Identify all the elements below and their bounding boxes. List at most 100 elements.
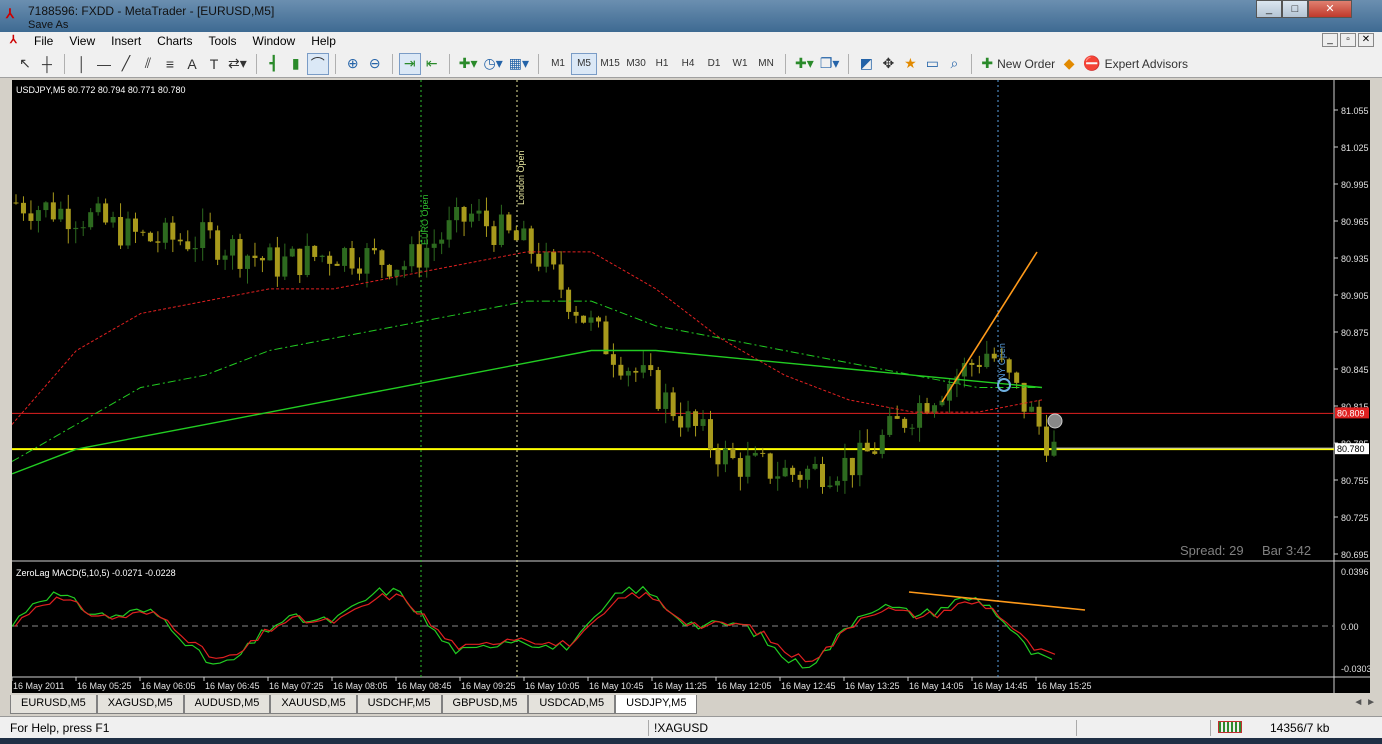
- candle-body: [222, 255, 228, 260]
- time-tick-label: 16 May 10:05: [525, 681, 580, 691]
- tab-usdjpy[interactable]: USDJPY,M5: [615, 695, 698, 714]
- timeframe-h1[interactable]: H1: [649, 53, 675, 75]
- bar-chart-icon[interactable]: ┫: [263, 53, 285, 75]
- menu-window[interactable]: Window: [245, 34, 304, 48]
- tab-gbpusd[interactable]: GBPUSD,M5: [441, 695, 529, 714]
- mdi-restore-button[interactable]: ▫: [1340, 33, 1356, 47]
- time-tick-label: 16 May 09:25: [461, 681, 516, 691]
- equidistant-channel-icon[interactable]: ⫽: [137, 53, 159, 75]
- tab-usdcad[interactable]: USDCAD,M5: [528, 695, 616, 714]
- mdi-minimize-button[interactable]: _: [1322, 33, 1338, 47]
- timeframe-w1[interactable]: W1: [727, 53, 753, 75]
- tab-audusd[interactable]: AUDUSD,M5: [183, 695, 271, 714]
- candle-body: [1014, 372, 1020, 383]
- tab-scroll-arrows[interactable]: ◄ ►: [1353, 697, 1376, 708]
- candle-body: [767, 453, 773, 479]
- close-button[interactable]: ✕: [1308, 0, 1352, 18]
- text-label-icon[interactable]: T: [203, 53, 225, 75]
- candle-body: [1051, 441, 1057, 456]
- menu-help[interactable]: Help: [303, 34, 344, 48]
- timeframe-mn[interactable]: MN: [753, 53, 779, 75]
- data-window-icon[interactable]: ✥: [877, 53, 899, 75]
- candle-body: [857, 442, 863, 476]
- new-order-button[interactable]: ✚ New Order: [978, 53, 1058, 75]
- candle-body: [110, 216, 116, 223]
- crosshair-icon[interactable]: ┼: [36, 53, 58, 75]
- tab-xauusd[interactable]: XAUUSD,M5: [270, 695, 357, 714]
- metaeditor-icon[interactable]: ◆: [1058, 53, 1080, 75]
- cursor-icon[interactable]: ↖: [14, 53, 36, 75]
- candle-body: [147, 232, 153, 242]
- navigator-icon[interactable]: ★: [899, 53, 921, 75]
- timeframe-m30[interactable]: M30: [623, 53, 649, 75]
- horizontal-line-icon[interactable]: —: [93, 53, 115, 75]
- tab-eurusd[interactable]: EURUSD,M5: [10, 695, 97, 714]
- timeframe-m1[interactable]: M1: [545, 53, 571, 75]
- price-tick-label: 80.995: [1341, 180, 1369, 190]
- price-chart[interactable]: 81.055 81.025 80.995 80.965 80.935 80.905 80.8…: [12, 80, 1370, 693]
- candle-body: [648, 365, 654, 371]
- candle-body: [969, 362, 975, 365]
- tab-xagusd[interactable]: XAGUSD,M5: [96, 695, 184, 714]
- candle-body: [812, 463, 818, 469]
- chart-window[interactable]: 81.055 81.025 80.995 80.965 80.935 80.905 80.8…: [12, 80, 1370, 693]
- candle-body: [454, 206, 460, 221]
- candle-body: [364, 248, 370, 274]
- candle-body: [215, 230, 221, 260]
- candle-body: [558, 264, 564, 290]
- expert-advisors-button[interactable]: ⛔ Expert Advisors: [1080, 53, 1191, 75]
- chart-shift-icon[interactable]: ⇤: [421, 53, 443, 75]
- candle-body: [267, 247, 273, 261]
- timeframe-m15[interactable]: M15: [597, 53, 623, 75]
- time-tick-label: 16 May 12:05: [717, 681, 772, 691]
- vertical-line-icon[interactable]: │: [71, 53, 93, 75]
- price-marker: [1047, 413, 1063, 429]
- timeframe-h4[interactable]: H4: [675, 53, 701, 75]
- candle-body: [282, 256, 288, 277]
- templates-icon[interactable]: ▦▾: [506, 53, 532, 75]
- new-order-label: New Order: [997, 56, 1056, 71]
- fibonacci-icon[interactable]: ≡: [159, 53, 181, 75]
- candle-body: [386, 264, 392, 277]
- text-icon[interactable]: A: [181, 53, 203, 75]
- trendline-icon[interactable]: ╱: [115, 53, 137, 75]
- candlestick-icon[interactable]: ▮: [285, 53, 307, 75]
- zoom-in-icon[interactable]: ⊕: [342, 53, 364, 75]
- orange-trendline: [941, 251, 1038, 403]
- periods-icon[interactable]: ◷▾: [481, 53, 506, 75]
- tab-usdchf[interactable]: USDCHF,M5: [356, 695, 442, 714]
- candle-body: [476, 210, 482, 214]
- menu-view[interactable]: View: [61, 34, 103, 48]
- zoom-out-icon[interactable]: ⊖: [364, 53, 386, 75]
- indicators-icon[interactable]: ✚▾: [456, 53, 481, 75]
- menu-charts[interactable]: Charts: [149, 34, 200, 48]
- timeframe-d1[interactable]: D1: [701, 53, 727, 75]
- candle-body: [924, 403, 930, 413]
- minimize-button[interactable]: _: [1256, 0, 1282, 18]
- candle-body: [827, 485, 833, 488]
- market-watch-icon[interactable]: ◩: [855, 53, 877, 75]
- timeframe-m5[interactable]: M5: [571, 52, 598, 75]
- profiles-icon[interactable]: ❐▾: [817, 53, 843, 75]
- arrows-icon[interactable]: ⇄▾: [225, 53, 250, 75]
- current-price-tag-label: 80.780: [1337, 444, 1365, 454]
- autoscroll-icon[interactable]: ⇥: [398, 52, 421, 75]
- maximize-button[interactable]: □: [1282, 0, 1308, 18]
- menu-file[interactable]: File: [26, 34, 61, 48]
- time-tick-label: 16 May 12:45: [781, 681, 836, 691]
- candle-body: [909, 427, 915, 429]
- macd-divergence-line: [908, 591, 1086, 611]
- price-tick-label: 81.055: [1341, 106, 1369, 116]
- candle-body: [297, 248, 303, 276]
- candle-body: [625, 370, 631, 376]
- strategy-tester-icon[interactable]: ⌕: [943, 53, 965, 75]
- menu-insert[interactable]: Insert: [103, 34, 149, 48]
- macd-signal-line: [14, 591, 1056, 663]
- mdi-close-button[interactable]: ✕: [1358, 33, 1374, 47]
- menu-tools[interactable]: Tools: [201, 34, 245, 48]
- line-chart-icon[interactable]: ⌒: [306, 52, 329, 75]
- candle-body: [797, 474, 803, 480]
- new-chart-icon[interactable]: ✚▾: [792, 53, 817, 75]
- terminal-icon[interactable]: ▭: [921, 53, 943, 75]
- candle-body: [984, 353, 990, 367]
